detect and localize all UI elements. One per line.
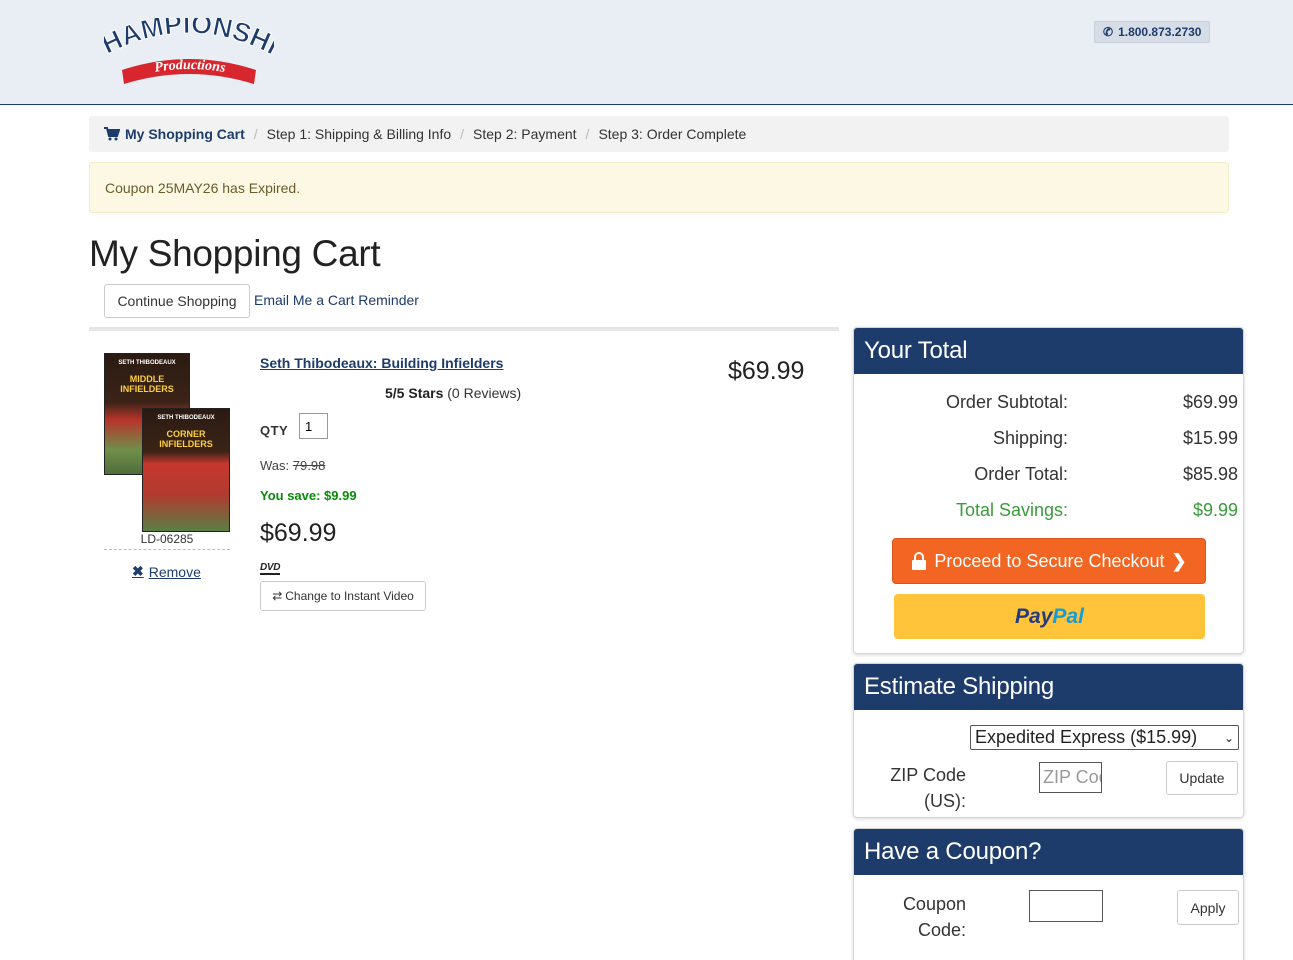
rating-reviews: (0 Reviews) [447, 385, 522, 401]
total-savings-label: Total Savings: [955, 500, 1068, 520]
you-save-text: You save: $9.99 [260, 488, 357, 503]
breadcrumb-my-shopping-cart[interactable]: My Shopping Cart [104, 126, 245, 142]
cover-subtitle: SETH THIBODEAUX [118, 360, 176, 366]
zip-code-input[interactable]: ZIP Code [1039, 762, 1102, 793]
dvd-format-icon: DVD [260, 562, 281, 575]
breadcrumb-step-2[interactable]: Step 2: Payment [473, 126, 577, 142]
continue-shopping-button[interactable]: Continue Shopping [104, 284, 250, 318]
phone-icon: ✆ [1103, 25, 1114, 39]
shipping-value: $15.99 [1182, 428, 1238, 448]
product-sku: LD-06285 [104, 532, 230, 550]
lock-icon [912, 552, 927, 570]
line-total-price: $69.99 [728, 357, 805, 385]
phone-number-text: 1.800.873.2730 [1118, 25, 1202, 39]
breadcrumb-step-3[interactable]: Step 3: Order Complete [598, 126, 746, 142]
update-shipping-button[interactable]: Update [1166, 761, 1238, 795]
coupon-code-input[interactable] [1029, 890, 1103, 922]
phone-number-link[interactable]: ✆ 1.800.873.2730 [1094, 21, 1211, 43]
svg-text:CHAMPIONSHIP: CHAMPIONSHIP [104, 18, 274, 61]
breadcrumb-label: My Shopping Cart [125, 126, 245, 142]
site-header: CHAMPIONSHIP Productions ✆ 1.800.873.273… [0, 0, 1293, 105]
email-cart-reminder-link[interactable]: Email Me a Cart Reminder [254, 292, 419, 308]
paypal-logo-pal: Pal [1052, 604, 1084, 628]
page-title: My Shopping Cart [89, 233, 381, 274]
coupon-panel: Have a Coupon? Coupon Code: Apply [853, 828, 1244, 960]
apply-coupon-button[interactable]: Apply [1177, 890, 1239, 925]
breadcrumb-separator: / [253, 126, 258, 142]
was-price-value: 79.98 [292, 458, 326, 473]
checkout-label: Proceed to Secure Checkout [934, 550, 1165, 571]
shipping-label: Shipping: [992, 428, 1068, 448]
shopping-cart-icon [104, 127, 120, 141]
product-title-link[interactable]: Seth Thibodeaux: Building Infielders [260, 355, 503, 371]
chevron-down-icon: ⌄ [1223, 730, 1234, 745]
subtotal-label: Order Subtotal: [945, 392, 1068, 412]
total-savings-value: $9.99 [1192, 500, 1238, 520]
close-icon: ✖ [132, 563, 144, 579]
was-label: Was: [260, 458, 290, 473]
was-price: Was: 79.98 [260, 458, 325, 473]
dvd-cover-corner-infielders: SETH THIBODEAUX CORNER INFIELDERS [142, 408, 230, 532]
breadcrumb-separator: / [460, 126, 465, 142]
product-rating: 5/5 Stars (0 Reviews) [385, 385, 521, 401]
rating-stars: 5/5 Stars [385, 385, 444, 401]
order-total-label: Order Total: [974, 464, 1068, 484]
estimate-shipping-heading: Estimate Shipping [854, 664, 1243, 710]
cover-title: MIDDLE INFIELDERS [120, 374, 174, 394]
qty-label: QTY [260, 423, 289, 438]
coupon-expired-alert: Coupon 25MAY26 has Expired. [89, 162, 1229, 213]
change-label: Change to Instant Video [285, 589, 414, 603]
coupon-code-label: Coupon Code: [902, 894, 966, 940]
paypal-checkout-button[interactable]: Pay Pal [894, 594, 1205, 639]
remove-label: Remove [148, 563, 201, 580]
chevron-right-icon: ❯ [1171, 550, 1187, 571]
quantity-input[interactable] [299, 413, 328, 439]
shipping-method-select[interactable]: Expedited Express ($15.99) ⌄ [970, 725, 1239, 750]
paypal-logo-pay: Pay [1015, 604, 1053, 628]
breadcrumb-step-1[interactable]: Step 1: Shipping & Billing Info [267, 126, 451, 142]
unit-price: $69.99 [260, 519, 337, 547]
coupon-heading: Have a Coupon? [854, 829, 1243, 875]
product-image[interactable]: SETH THIBODEAUX MIDDLE INFIELDERS SETH T… [104, 353, 230, 532]
checkout-breadcrumb: My Shopping Cart / Step 1: Shipping & Bi… [89, 116, 1229, 152]
breadcrumb-separator: / [585, 126, 590, 142]
your-total-panel: Your Total Order Subtotal: $69.99 Shippi… [853, 327, 1244, 654]
cart-divider [89, 327, 839, 331]
subtotal-value: $69.99 [1182, 392, 1238, 412]
alert-text: Coupon 25MAY26 has Expired. [105, 179, 301, 196]
estimate-shipping-panel: Estimate Shipping Expedited Express ($15… [853, 663, 1244, 818]
remove-item-link[interactable]: ✖ Remove [132, 563, 201, 580]
secure-checkout-button[interactable]: Proceed to Secure Checkout ❯ [892, 538, 1206, 584]
championship-productions-logo[interactable]: CHAMPIONSHIP Productions [104, 18, 274, 94]
your-total-heading: Your Total [854, 328, 1243, 374]
change-to-instant-video-button[interactable]: ⇄ Change to Instant Video [260, 581, 426, 611]
order-total-value: $85.98 [1182, 464, 1238, 484]
cover-title: CORNER INFIELDERS [159, 429, 213, 449]
zip-code-label: ZIP Code (US): [890, 765, 966, 811]
shuffle-icon: ⇄ [272, 589, 283, 603]
cover-subtitle: SETH THIBODEAUX [157, 415, 215, 421]
shipping-method-value: Expedited Express ($15.99) [975, 727, 1198, 747]
